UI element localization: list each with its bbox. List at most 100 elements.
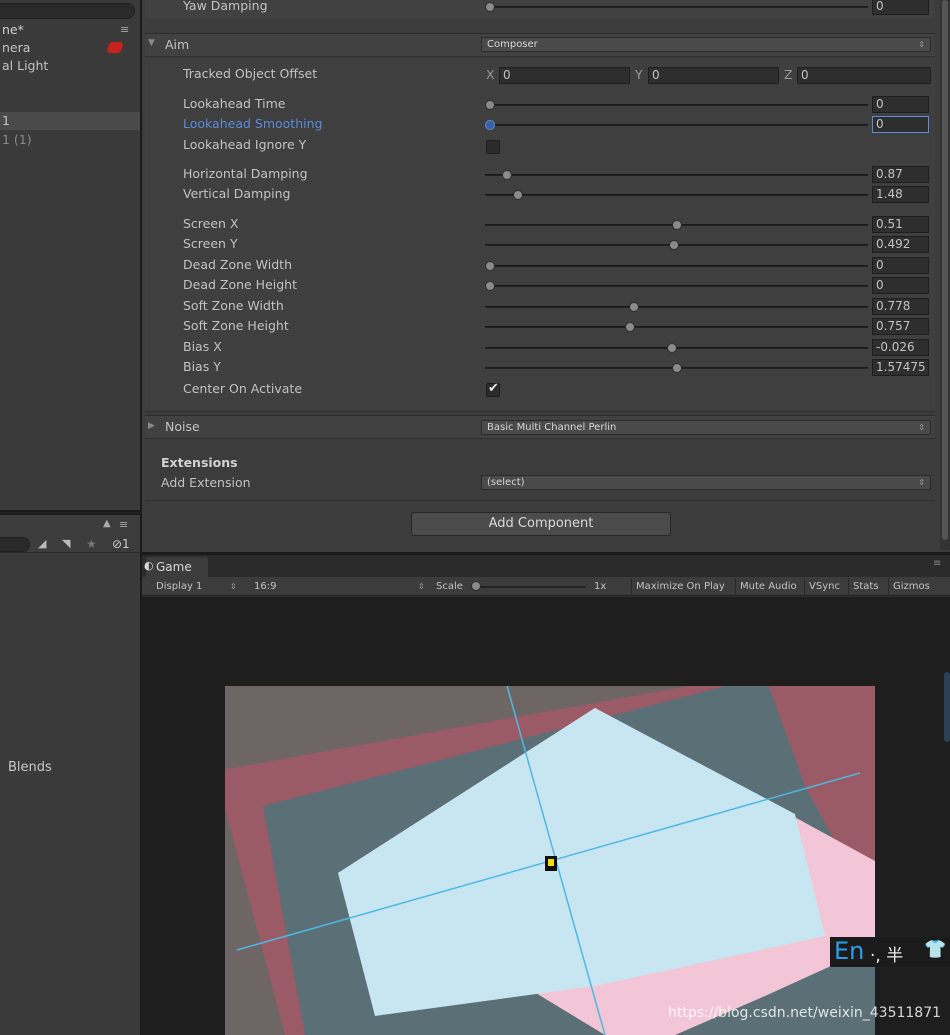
ime-skin-icon[interactable]: 👕: [924, 939, 946, 960]
ime-toolbar[interactable]: En ·, 半 👕: [830, 937, 950, 967]
hierarchy-item[interactable]: 1 (1): [0, 131, 140, 149]
side-tab[interactable]: [944, 672, 950, 742]
display-dropdown[interactable]: Display 1 ⇕: [150, 578, 242, 595]
aim-foldout-icon[interactable]: ▼: [148, 38, 155, 48]
vsync-toggle[interactable]: VSync: [804, 578, 844, 595]
project-item-blends[interactable]: Blends: [8, 760, 52, 775]
slider-label: Bias X: [183, 339, 222, 354]
target-dot: [548, 859, 554, 866]
slider-track[interactable]: [485, 124, 868, 126]
scale-slider[interactable]: [471, 586, 586, 588]
noise-foldout-icon[interactable]: ▶: [148, 421, 155, 431]
mute-audio-toggle[interactable]: Mute Audio: [735, 578, 801, 595]
project-search[interactable]: [0, 537, 30, 552]
slider-value-field[interactable]: 0: [872, 96, 929, 113]
project-menu-icon[interactable]: ≡: [119, 518, 128, 531]
slider-thumb[interactable]: [513, 190, 523, 200]
game-tab[interactable]: ◐ Game: [144, 557, 208, 577]
star-icon[interactable]: ★: [86, 537, 97, 551]
slider-label: Soft Zone Width: [183, 298, 284, 313]
maximize-on-play-toggle[interactable]: Maximize On Play: [631, 578, 729, 595]
slider-value-field[interactable]: -0.026: [872, 339, 929, 356]
scene-name[interactable]: ne*: [0, 21, 140, 39]
slider-track[interactable]: [485, 285, 868, 287]
slider-thumb[interactable]: [672, 220, 682, 230]
slider-label: Dead Zone Height: [183, 277, 298, 292]
offset-z-field[interactable]: 0: [797, 67, 931, 84]
offset-x-field[interactable]: 0: [499, 67, 630, 84]
yaw-damping-thumb[interactable]: [485, 2, 495, 12]
extensions-title: Extensions: [161, 455, 238, 470]
slider-thumb[interactable]: [667, 343, 677, 353]
slider-thumb[interactable]: [502, 170, 512, 180]
add-extension-dropdown[interactable]: (select) ⇕: [481, 475, 931, 490]
lock-icon[interactable]: ▲: [103, 518, 111, 529]
slider-value-field[interactable]: 0: [872, 116, 929, 133]
yaw-damping-slider[interactable]: [485, 6, 868, 8]
slider-thumb[interactable]: [485, 100, 495, 110]
slider-track[interactable]: [485, 326, 868, 328]
slider-thumb[interactable]: [669, 240, 679, 250]
scale-value: 1x: [594, 581, 607, 592]
hierarchy-panel: ne* ≡ nera al Light 1 1 (1): [0, 0, 141, 510]
slider-value-field[interactable]: 0.51: [872, 216, 929, 233]
hierarchy-item[interactable]: al Light: [0, 57, 140, 75]
aim-body: [145, 58, 935, 412]
game-tab-bar: [142, 555, 950, 577]
watermark: https://blog.csdn.net/weixin_43511871: [668, 1005, 942, 1021]
slider-track[interactable]: [485, 306, 868, 308]
game-menu-icon[interactable]: ≡: [933, 558, 941, 569]
inspector-scrollbar[interactable]: [940, 0, 950, 550]
slider-label: Screen Y: [183, 236, 238, 251]
center-on-activate-checkbox[interactable]: ✔: [486, 381, 500, 397]
hierarchy-menu-icon[interactable]: ≡: [120, 23, 129, 36]
slider-label: Soft Zone Height: [183, 318, 289, 333]
hierarchy-item-selected[interactable]: 1: [0, 112, 140, 130]
scale-label: Scale: [436, 581, 463, 592]
gizmos-dropdown[interactable]: Gizmos: [888, 578, 934, 595]
slider-value-field[interactable]: 0.778: [872, 298, 929, 315]
slider-label: Dead Zone Width: [183, 257, 292, 272]
ime-language[interactable]: En: [834, 937, 864, 965]
aim-dropdown[interactable]: Composer ⇕: [481, 37, 931, 52]
slider-value-field[interactable]: 0: [872, 257, 929, 274]
slider-value-field[interactable]: 1.57475: [872, 359, 929, 376]
slider-thumb[interactable]: [672, 363, 682, 373]
yaw-damping-field[interactable]: 0: [872, 0, 929, 15]
offset-y-field[interactable]: 0: [648, 67, 779, 84]
noise-label: Noise: [165, 419, 200, 434]
slider-track[interactable]: [485, 174, 868, 176]
slider-thumb[interactable]: [485, 120, 495, 130]
ime-mode[interactable]: ·, 半: [870, 941, 903, 966]
slider-thumb[interactable]: [625, 322, 635, 332]
noise-dropdown[interactable]: Basic Multi Channel Perlin ⇕: [481, 420, 931, 435]
game-render: [225, 686, 875, 1035]
tracked-offset-label: Tracked Object Offset: [183, 66, 318, 81]
project-panel: ▲ ≡ ◢ ◥ ★ ⊘1 Blends: [0, 515, 141, 1035]
slider-label: Bias Y: [183, 359, 221, 374]
slider-thumb[interactable]: [485, 261, 495, 271]
slider-value-field[interactable]: 0: [872, 277, 929, 294]
slider-value-field[interactable]: 0.492: [872, 236, 929, 253]
scale-slider-thumb[interactable]: [471, 581, 481, 591]
pacman-icon: ◐: [144, 559, 154, 572]
slider-label: Lookahead Smoothing: [183, 116, 323, 131]
slider-thumb[interactable]: [485, 281, 495, 291]
center-on-activate-label: Center On Activate: [183, 381, 303, 396]
slider-value-field[interactable]: 1.48: [872, 186, 929, 203]
slider-track[interactable]: [485, 265, 868, 267]
lookahead-ignore-y-checkbox[interactable]: [486, 140, 500, 154]
add-component-button[interactable]: Add Component: [411, 512, 671, 536]
slider-value-field[interactable]: 0.757: [872, 318, 929, 335]
slider-value-field[interactable]: 0.87: [872, 166, 929, 183]
slider-track[interactable]: [485, 194, 868, 196]
slider-track[interactable]: [485, 104, 868, 106]
slider-thumb[interactable]: [629, 302, 639, 312]
hierarchy-search[interactable]: [0, 3, 135, 19]
hidden-icon[interactable]: ⊘1: [112, 537, 130, 551]
stats-toggle[interactable]: Stats: [848, 578, 883, 595]
slider-label: Horizontal Damping: [183, 166, 308, 181]
aspect-dropdown[interactable]: 16:9 ⇕: [248, 578, 428, 595]
filter-type-icon[interactable]: ◢: [38, 537, 46, 550]
label-icon[interactable]: ◥: [62, 537, 70, 550]
